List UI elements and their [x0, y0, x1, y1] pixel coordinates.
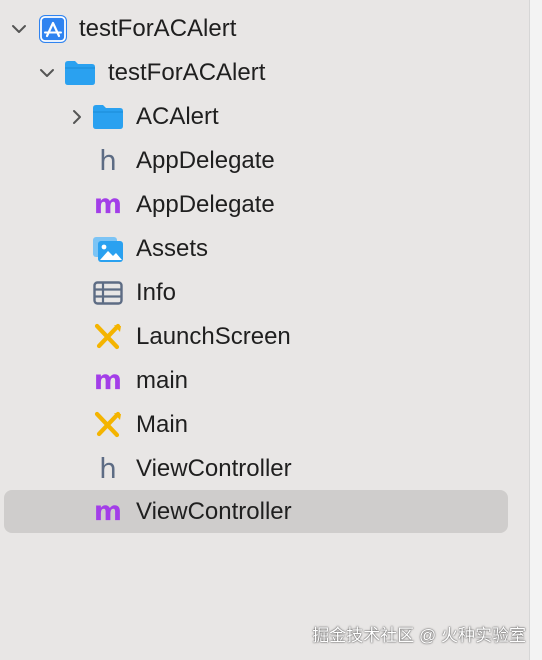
objc-source-file-icon: m	[93, 365, 123, 396]
file-label: Assets	[136, 235, 209, 262]
folder-icon	[92, 102, 124, 132]
plist-table-icon	[92, 278, 124, 308]
tree-row-acalert[interactable]: ACAlert	[0, 95, 529, 139]
tree-row-project[interactable]: testForACAlert	[0, 7, 529, 51]
chevron-right-icon[interactable]	[67, 107, 87, 127]
file-label: AppDelegate	[136, 147, 275, 174]
file-label: LaunchScreen	[136, 323, 291, 350]
chevron-down-icon[interactable]	[9, 19, 29, 39]
chevron-down-icon[interactable]	[37, 63, 57, 83]
tree-row-launchscreen[interactable]: LaunchScreen	[0, 315, 529, 359]
group-name: testForACAlert	[108, 59, 266, 86]
file-label: ACAlert	[136, 103, 219, 130]
asset-catalog-icon	[92, 234, 124, 264]
tree-row-group[interactable]: testForACAlert	[0, 51, 529, 95]
file-label: AppDelegate	[136, 191, 275, 218]
tree-row-viewcontroller-m[interactable]: m ViewController	[0, 490, 529, 534]
header-file-icon: h	[99, 144, 117, 177]
tree-row-viewcontroller-h[interactable]: h ViewController	[0, 447, 529, 491]
objc-source-file-icon: m	[93, 189, 123, 220]
storyboard-icon	[92, 410, 124, 440]
tree-row-appdelegate-m[interactable]: m AppDelegate	[0, 183, 529, 227]
folder-icon	[64, 58, 96, 88]
file-label: ViewController	[136, 498, 292, 525]
tree-row-main-storyboard[interactable]: Main	[0, 403, 529, 447]
xcode-project-icon	[37, 14, 69, 44]
project-name: testForACAlert	[79, 15, 237, 42]
editor-edge	[529, 0, 542, 660]
tree-row-info[interactable]: Info	[0, 271, 529, 315]
header-file-icon: h	[99, 452, 117, 485]
storyboard-icon	[92, 322, 124, 352]
objc-source-file-icon: m	[93, 496, 123, 527]
file-label: main	[136, 367, 189, 394]
watermark: 掘金技术社区 @ 火种实验室	[312, 626, 526, 645]
file-label: Main	[136, 411, 189, 438]
file-label: Info	[136, 279, 177, 306]
tree-row-appdelegate-h[interactable]: h AppDelegate	[0, 139, 529, 183]
file-label: ViewController	[136, 455, 292, 482]
tree-row-main-m[interactable]: m main	[0, 359, 529, 403]
project-navigator: testForACAlert testForACAlert ACAlert h …	[0, 0, 529, 660]
tree-row-assets[interactable]: Assets	[0, 227, 529, 271]
